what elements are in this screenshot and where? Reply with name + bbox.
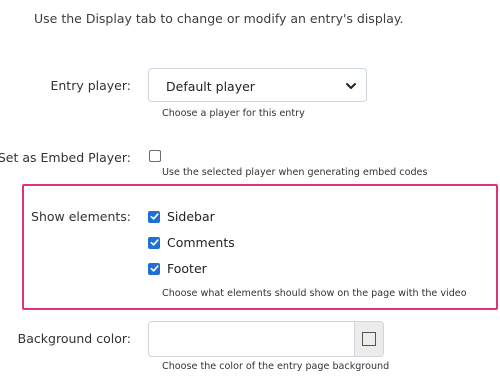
chevron-down-icon bbox=[346, 83, 356, 89]
check-icon bbox=[150, 213, 159, 220]
check-icon bbox=[150, 265, 159, 272]
entry-player-selected-value: Default player bbox=[166, 79, 255, 94]
check-icon bbox=[150, 239, 159, 246]
footer-option-label: Footer bbox=[167, 261, 207, 276]
sidebar-checkbox[interactable] bbox=[148, 210, 160, 223]
show-elements-help: Choose what elements should show on the … bbox=[162, 288, 467, 299]
option-comments[interactable]: Comments bbox=[148, 235, 235, 250]
option-footer[interactable]: Footer bbox=[148, 261, 207, 276]
background-color-label: Background color: bbox=[17, 331, 131, 346]
comments-option-label: Comments bbox=[167, 235, 235, 250]
show-elements-label: Show elements: bbox=[31, 209, 131, 224]
entry-player-help: Choose a player for this entry bbox=[162, 108, 305, 119]
color-swatch-icon bbox=[362, 332, 376, 346]
option-sidebar[interactable]: Sidebar bbox=[148, 209, 215, 224]
embed-player-checkbox[interactable] bbox=[149, 150, 161, 162]
comments-checkbox[interactable] bbox=[148, 236, 160, 249]
entry-player-label: Entry player: bbox=[50, 78, 131, 93]
background-color-input[interactable] bbox=[148, 321, 355, 357]
intro-text: Use the Display tab to change or modify … bbox=[34, 11, 404, 26]
embed-player-help: Use the selected player when generating … bbox=[162, 167, 428, 178]
entry-player-select[interactable]: Default player bbox=[148, 68, 367, 102]
background-color-help: Choose the color of the entry page backg… bbox=[162, 361, 390, 372]
footer-checkbox[interactable] bbox=[148, 262, 160, 275]
color-picker-button[interactable] bbox=[354, 321, 384, 357]
embed-player-label: Set as Embed Player: bbox=[0, 150, 131, 165]
sidebar-option-label: Sidebar bbox=[167, 209, 215, 224]
